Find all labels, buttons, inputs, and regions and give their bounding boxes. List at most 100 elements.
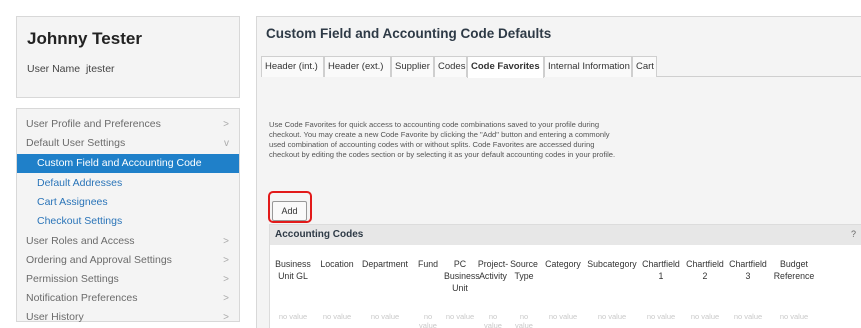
- column-header-line: Type: [514, 271, 534, 281]
- cell-text: no value: [779, 312, 809, 321]
- column-header-line: Activity: [479, 271, 507, 281]
- nav-user-history[interactable]: User History >: [17, 308, 239, 327]
- column-header-line: Chartfield: [729, 259, 767, 269]
- column-header: PC Business Unit: [444, 258, 480, 294]
- nav-user-roles-and-access[interactable]: User Roles and Access >: [17, 232, 239, 251]
- cell-no-value: no value: [358, 312, 412, 321]
- cell-text: no value: [690, 312, 720, 321]
- column-header: Project- Activity: [477, 258, 509, 282]
- nav-permission-settings[interactable]: Permission Settings >: [17, 270, 239, 289]
- page-title: Custom Field and Accounting Code Default…: [266, 26, 552, 41]
- cell-text: no: [488, 312, 498, 321]
- cell-text: no value: [278, 312, 308, 321]
- nav-cart-assignees[interactable]: Cart Assignees: [17, 193, 239, 212]
- column-header: Subcategory: [585, 258, 639, 270]
- accounting-codes-title: Accounting Codes: [275, 229, 364, 240]
- help-icon[interactable]: ?: [851, 229, 856, 239]
- nav-ordering-and-approval-settings[interactable]: Ordering and Approval Settings >: [17, 251, 239, 270]
- description-line: checkout by editing the codes section or…: [269, 150, 616, 159]
- main-panel: Custom Field and Accounting Code Default…: [256, 16, 861, 328]
- nav-custom-field-and-accounting-code-defaults[interactable]: Custom Field and Accounting Code Default…: [17, 154, 239, 188]
- code-favorites-description: Use Code Favorites for quick access to a…: [269, 120, 699, 160]
- tab-codes[interactable]: Codes: [434, 56, 467, 77]
- user-name-label: User Name: [27, 63, 81, 75]
- column-header-line: Business: [444, 271, 480, 281]
- column-header-line: 3: [745, 271, 751, 281]
- column-header: Location: [315, 258, 359, 270]
- nav-item-label: Default User Settings: [26, 137, 126, 149]
- column-header-line: Subcategory: [587, 259, 637, 269]
- cell-text: no value: [322, 312, 352, 321]
- description-line: used combination of accounting codes wit…: [269, 140, 595, 149]
- column-header: Budget Reference: [770, 258, 818, 282]
- chevron-right-icon: >: [223, 312, 229, 323]
- chevron-right-icon: >: [223, 236, 229, 247]
- tab-supplier[interactable]: Supplier: [391, 56, 434, 77]
- nav-item-label: Cart Assignees: [37, 196, 108, 208]
- nav-notification-preferences[interactable]: Notification Preferences >: [17, 289, 239, 308]
- nav-default-addresses[interactable]: Default Addresses: [17, 174, 239, 193]
- nav-item-label: User Profile and Preferences: [26, 118, 161, 130]
- nav-user-profile-and-preferences[interactable]: User Profile and Preferences >: [17, 115, 239, 134]
- column-header: Business Unit GL: [270, 258, 316, 282]
- cell-text: no value: [733, 312, 763, 321]
- left-sidebar: Johnny Tester User Name jtester User Pro…: [16, 16, 240, 323]
- column-header: Chartfield 1: [640, 258, 682, 282]
- cell-text: no: [519, 312, 529, 321]
- cell-no-value: no value: [585, 312, 639, 321]
- cell-no-value: no value: [477, 312, 509, 328]
- user-full-name: Johnny Tester: [27, 29, 142, 48]
- chevron-right-icon: >: [223, 119, 229, 130]
- chevron-down-icon: v: [224, 138, 229, 149]
- description-line: checkout. You may create a new Code Favo…: [269, 130, 610, 139]
- column-header-line: Project-: [477, 259, 509, 269]
- column-header-line: PC: [453, 259, 467, 269]
- user-panel: Johnny Tester User Name jtester: [16, 16, 240, 98]
- user-name-value: jtester: [85, 63, 115, 75]
- column-header-line: Source: [510, 259, 538, 269]
- column-header-line: Location: [320, 259, 354, 269]
- cell-no-value: no value: [770, 312, 818, 321]
- cell-text: value: [419, 321, 437, 328]
- column-header-line: Category: [545, 259, 581, 269]
- column-header: Category: [542, 258, 584, 270]
- cell-no-value: no value: [640, 312, 682, 321]
- cell-no-value: no value: [315, 312, 359, 321]
- cell-text: no value: [646, 312, 676, 321]
- column-header: Fund: [413, 258, 443, 270]
- tab-internal-information[interactable]: Internal Information: [544, 56, 632, 77]
- cell-no-value: no value: [508, 312, 540, 328]
- column-header-line: Department: [362, 259, 408, 269]
- nav-item-label: Permission Settings: [26, 273, 119, 285]
- cell-text: value: [484, 321, 502, 328]
- column-header-line: 1: [658, 271, 664, 281]
- tab-cart[interactable]: Cart: [632, 56, 657, 77]
- column-header-line: Fund: [417, 259, 439, 269]
- column-header-line: Unit: [452, 283, 468, 293]
- cell-no-value: no value: [727, 312, 769, 321]
- chevron-right-icon: >: [223, 293, 229, 304]
- cell-no-value: no value: [444, 312, 476, 321]
- cell-no-value: no value: [684, 312, 726, 321]
- accounting-codes-header: Accounting Codes ?: [270, 225, 861, 245]
- nav-default-user-settings[interactable]: Default User Settings v: [17, 134, 239, 153]
- code-favorites-content: Use Code Favorites for quick access to a…: [261, 78, 861, 328]
- chevron-right-icon: >: [223, 255, 229, 266]
- cell-text: no: [423, 312, 433, 321]
- nav-item-label: Checkout Settings: [37, 215, 123, 227]
- tab-code-favorites[interactable]: Code Favorites: [467, 56, 544, 78]
- cell-text: no value: [597, 312, 627, 321]
- cell-no-value: no value: [413, 312, 443, 328]
- column-header: Source Type: [508, 258, 540, 282]
- column-header-line: 2: [702, 271, 708, 281]
- nav-item-label: User Roles and Access: [26, 235, 135, 247]
- column-header: Department: [358, 258, 412, 270]
- tab-header-ext[interactable]: Header (ext.): [324, 56, 391, 77]
- add-button[interactable]: Add: [272, 201, 307, 221]
- tab-header-int[interactable]: Header (int.): [261, 56, 324, 77]
- nav-checkout-settings[interactable]: Checkout Settings: [17, 212, 239, 231]
- nav-item-label: Ordering and Approval Settings: [26, 254, 172, 266]
- accounting-codes-section: Accounting Codes ? Business Unit GL Locati…: [269, 224, 861, 328]
- column-header: Chartfield 2: [684, 258, 726, 282]
- nav-item-label: User History: [26, 311, 84, 323]
